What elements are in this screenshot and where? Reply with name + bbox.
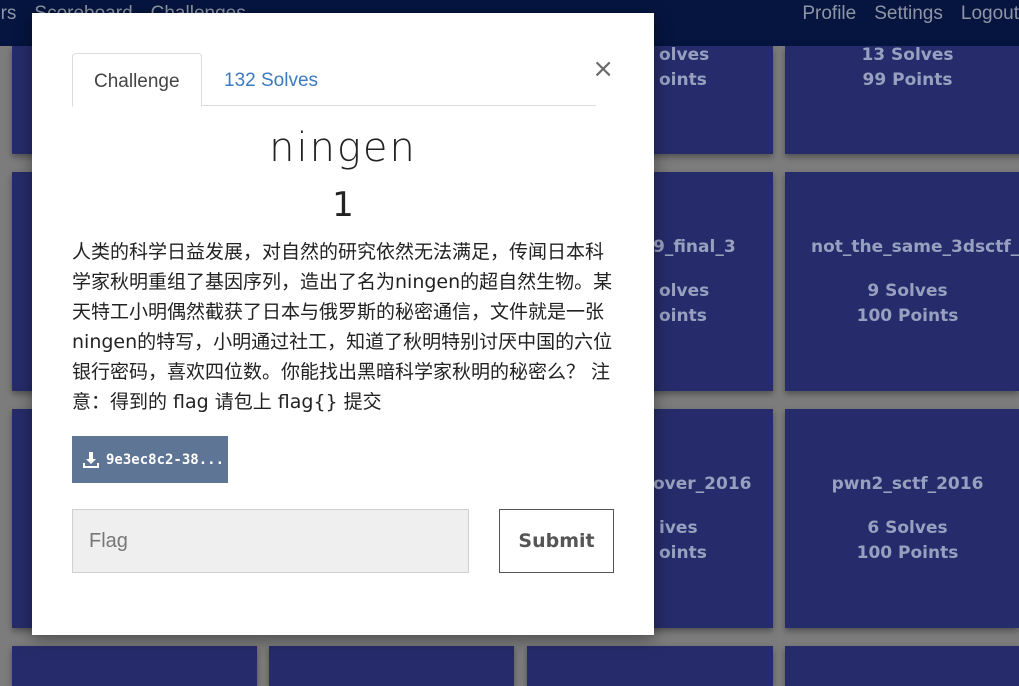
tab-challenge[interactable]: Challenge (72, 53, 202, 107)
challenge-description: 人类的科学日益发展，对自然的研究依然无法满足，传闻日本科学家秋明重组了基因序列，… (72, 241, 613, 413)
challenge-value: 1 (332, 185, 354, 225)
file-download-button[interactable]: 9e3ec8c2-38... (72, 436, 228, 483)
challenge-modal: × Challenge 132 Solves ningen 1 人类的科学日益发… (32, 13, 654, 635)
download-icon (83, 451, 99, 468)
flag-input[interactable] (72, 509, 469, 573)
modal-tabs: Challenge 132 Solves (72, 53, 596, 107)
file-name-label: 9e3ec8c2-38... (106, 451, 225, 468)
submit-button[interactable]: Submit (499, 509, 614, 573)
challenge-title: ningen (269, 125, 417, 171)
tab-solves[interactable]: 132 Solves (203, 53, 339, 105)
